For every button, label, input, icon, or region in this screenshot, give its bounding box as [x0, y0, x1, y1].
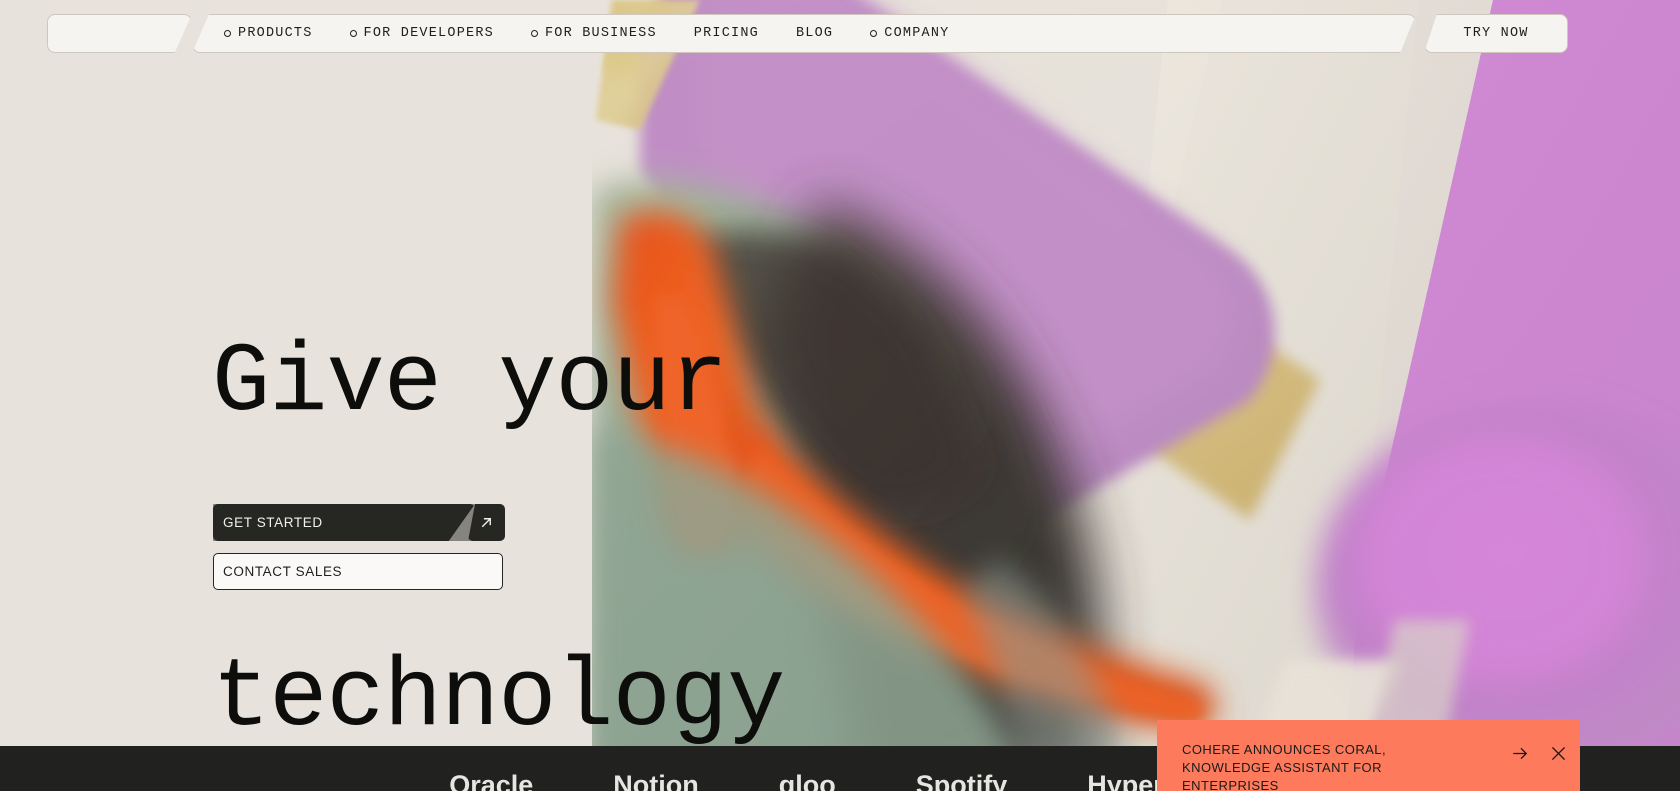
nav-item-label: BLOG [795, 26, 834, 41]
nav-item-label: PRODUCTS [238, 26, 313, 41]
try-now-button[interactable]: TRY NOW [1424, 14, 1568, 53]
announcement-banner: COHERE ANNOUNCES CORAL, KNOWLEDGE ASSIST… [1157, 720, 1580, 791]
nav-links: PRODUCTS FOR DEVELOPERS FOR BUSINESS PRI… [192, 14, 1416, 53]
nav-item-company[interactable]: COMPANY [870, 26, 949, 41]
contact-sales-button[interactable]: CONTACT SALES [213, 553, 503, 590]
circle-icon [224, 30, 231, 37]
nav-item-products[interactable]: PRODUCTS [224, 26, 313, 41]
circle-icon [349, 30, 357, 37]
nav-item-for-business[interactable]: FOR BUSINESS [530, 26, 657, 41]
circle-icon [870, 30, 878, 37]
close-icon[interactable] [1551, 746, 1566, 761]
nav-item-blog[interactable]: BLOG [796, 26, 833, 41]
announcement-text: COHERE ANNOUNCES CORAL, KNOWLEDGE ASSIST… [1182, 742, 1387, 791]
nav-item-label: PRICING [693, 26, 759, 41]
nav-item-pricing[interactable]: PRICING [694, 26, 759, 41]
partner-logo-notion: Notion [613, 770, 699, 791]
get-started-label: GET STARTED [223, 515, 323, 530]
hero-headline: Give your technology language [212, 122, 785, 791]
circle-icon [530, 30, 538, 37]
headline-line-2: technology [212, 644, 785, 754]
arrow-up-right-icon [481, 517, 492, 528]
partner-logo-gloo: gloo [778, 770, 836, 791]
partner-logo-oracle: Oracle [449, 770, 534, 791]
nav-item-label: FOR BUSINESS [544, 26, 657, 41]
contact-sales-label: CONTACT SALES [223, 564, 343, 579]
try-now-label: TRY NOW [1463, 26, 1529, 41]
headline-line-1: Give your [212, 329, 728, 439]
nav-item-for-developers[interactable]: FOR DEVELOPERS [349, 26, 494, 41]
arrow-right-icon[interactable] [1512, 745, 1529, 762]
nav-item-label: COMPANY [884, 26, 950, 41]
announcement-actions [1512, 745, 1566, 762]
top-navigation-bar: PRODUCTS FOR DEVELOPERS FOR BUSINESS PRI… [0, 0, 1680, 66]
hero-cta-group: GET STARTED CONTACT SALES [213, 504, 505, 590]
get-started-button[interactable]: GET STARTED [213, 504, 475, 541]
nav-item-label: FOR DEVELOPERS [363, 26, 494, 41]
logo-pill[interactable] [47, 14, 192, 53]
partner-logo-spotify: Spotify [915, 770, 1008, 791]
